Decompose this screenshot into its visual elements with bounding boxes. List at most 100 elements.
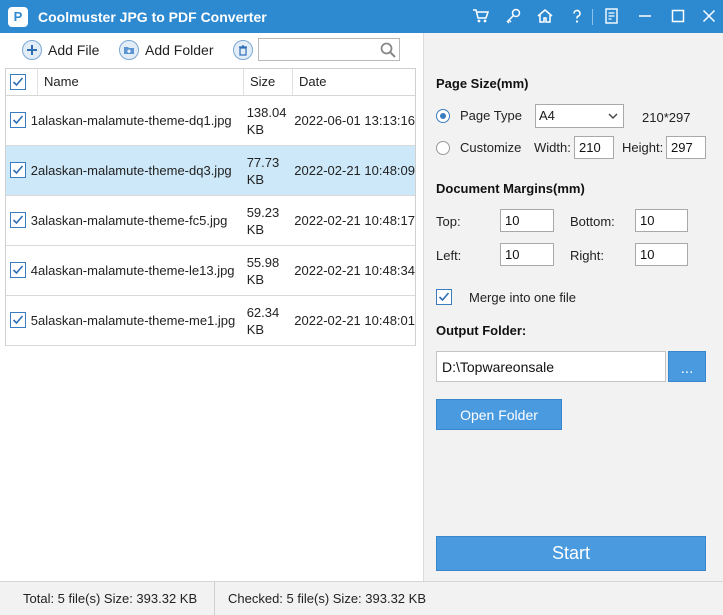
app-logo-icon: P bbox=[8, 7, 28, 27]
table-row[interactable]: 1alaskan-malamute-theme-dq1.jpg 138.04 KB… bbox=[6, 96, 415, 146]
file-toolbar: Add File Add Folder bbox=[0, 33, 422, 67]
file-size: 77.73 KB bbox=[242, 146, 291, 195]
table-header: Name Size Date bbox=[6, 69, 415, 96]
file-name: 3alaskan-malamute-theme-fc5.jpg bbox=[30, 213, 228, 228]
file-size-unit: KB bbox=[246, 121, 265, 137]
file-date: 2022-02-21 10:48:17 bbox=[294, 213, 415, 228]
page-type-radio[interactable] bbox=[436, 109, 450, 123]
height-field[interactable] bbox=[666, 136, 706, 159]
minimize-icon[interactable] bbox=[633, 4, 657, 28]
bottom-margin-field[interactable] bbox=[635, 209, 688, 232]
maximize-icon[interactable] bbox=[666, 4, 690, 28]
width-label: Width: bbox=[534, 140, 571, 155]
page-type-value: A4 bbox=[539, 108, 555, 123]
file-name: 2alaskan-malamute-theme-dq3.jpg bbox=[30, 163, 232, 178]
row-checkbox[interactable] bbox=[10, 212, 26, 228]
help-icon[interactable] bbox=[565, 4, 589, 28]
left-margin-label: Left: bbox=[436, 248, 462, 263]
top-margin-label: Top: bbox=[436, 214, 461, 229]
trash-icon bbox=[233, 40, 253, 60]
right-margin-field[interactable] bbox=[635, 243, 688, 266]
file-list-pane: Add File Add Folder Name Size Date 1alas… bbox=[0, 33, 422, 581]
add-folder-icon bbox=[119, 40, 139, 60]
customize-label: Customize bbox=[460, 140, 522, 155]
file-size: 138.04 KB bbox=[242, 96, 291, 145]
file-size-value: 62.34 bbox=[246, 304, 280, 320]
search-icon[interactable] bbox=[379, 41, 397, 59]
file-size-unit: KB bbox=[246, 321, 265, 337]
merge-label: Merge into one file bbox=[469, 290, 576, 305]
file-date: 2022-06-01 13:13:16 bbox=[294, 113, 415, 128]
merge-checkbox[interactable] bbox=[436, 289, 452, 305]
add-folder-label: Add Folder bbox=[145, 42, 214, 58]
file-size-unit: KB bbox=[246, 171, 265, 187]
table-row[interactable]: 3alaskan-malamute-theme-fc5.jpg 59.23 KB … bbox=[6, 196, 415, 246]
file-size-value: 59.23 bbox=[246, 204, 280, 220]
add-file-label: Add File bbox=[48, 42, 100, 58]
file-date: 2022-02-21 10:48:09 bbox=[294, 163, 415, 178]
browse-button[interactable]: ... bbox=[668, 351, 706, 382]
status-bar: Total: 5 file(s) Size: 393.32 KB Checked… bbox=[0, 581, 723, 615]
file-date: 2022-02-21 10:48:34 bbox=[294, 263, 415, 278]
top-margin-field[interactable] bbox=[500, 209, 554, 232]
customize-radio[interactable] bbox=[436, 141, 450, 155]
height-label: Height: bbox=[622, 140, 664, 155]
add-folder-button[interactable]: Add Folder bbox=[119, 39, 213, 61]
feedback-icon[interactable] bbox=[600, 4, 624, 28]
header-check-cell bbox=[6, 69, 38, 95]
file-name: 4alaskan-malamute-theme-le13.jpg bbox=[30, 263, 235, 278]
header-size[interactable]: Size bbox=[244, 69, 293, 95]
left-margin-field[interactable] bbox=[500, 243, 554, 266]
status-checked: Checked: 5 file(s) Size: 393.32 KB bbox=[228, 591, 426, 606]
file-size: 59.23 KB bbox=[242, 196, 291, 245]
output-path-field[interactable] bbox=[436, 351, 666, 382]
search-box[interactable] bbox=[258, 38, 400, 61]
file-table: Name Size Date 1alaskan-malamute-theme-d… bbox=[5, 68, 416, 346]
right-margin-label: Right: bbox=[570, 248, 604, 263]
page-type-label: Page Type bbox=[460, 108, 522, 123]
chevron-down-icon bbox=[608, 113, 618, 119]
row-checkbox[interactable] bbox=[10, 312, 26, 328]
status-divider bbox=[214, 582, 215, 615]
add-file-button[interactable]: Add File bbox=[22, 39, 99, 61]
file-size: 55.98 KB bbox=[242, 246, 291, 295]
page-size-title: Page Size(mm) bbox=[436, 76, 529, 91]
file-size-value: 138.04 bbox=[246, 104, 287, 120]
file-date: 2022-02-21 10:48:01 bbox=[294, 313, 415, 328]
output-folder-title: Output Folder: bbox=[436, 323, 527, 338]
delete-button[interactable] bbox=[233, 39, 259, 61]
file-size: 62.34 KB bbox=[242, 296, 291, 345]
width-field[interactable] bbox=[574, 136, 614, 159]
header-date[interactable]: Date bbox=[293, 69, 415, 95]
settings-pane: Page Size(mm) Page Type A4 210*297 Custo… bbox=[423, 33, 723, 581]
file-size-value: 55.98 bbox=[246, 254, 280, 270]
status-total: Total: 5 file(s) Size: 393.32 KB bbox=[23, 591, 198, 606]
file-name: 5alaskan-malamute-theme-me1.jpg bbox=[30, 313, 236, 328]
file-size-value: 77.73 bbox=[246, 154, 280, 170]
page-dimensions: 210*297 bbox=[642, 110, 691, 125]
home-icon[interactable] bbox=[533, 4, 557, 28]
row-checkbox[interactable] bbox=[10, 112, 26, 128]
table-row[interactable]: 5alaskan-malamute-theme-me1.jpg 62.34 KB … bbox=[6, 296, 415, 346]
margins-title: Document Margins(mm) bbox=[436, 181, 585, 196]
title-bar: P Coolmuster JPG to PDF Converter bbox=[0, 0, 723, 33]
row-checkbox[interactable] bbox=[10, 262, 26, 278]
add-file-icon bbox=[22, 40, 42, 60]
row-checkbox[interactable] bbox=[10, 162, 26, 178]
file-name: 1alaskan-malamute-theme-dq1.jpg bbox=[30, 113, 232, 128]
table-row[interactable]: 2alaskan-malamute-theme-dq3.jpg 77.73 KB … bbox=[6, 146, 415, 196]
search-input[interactable] bbox=[259, 39, 377, 60]
key-icon[interactable] bbox=[501, 4, 525, 28]
start-button[interactable]: Start bbox=[436, 536, 706, 571]
close-icon[interactable] bbox=[697, 4, 721, 28]
file-size-unit: KB bbox=[246, 271, 265, 287]
header-name[interactable]: Name bbox=[38, 69, 244, 95]
open-folder-button[interactable]: Open Folder bbox=[436, 399, 562, 430]
titlebar-divider bbox=[592, 9, 593, 25]
select-all-checkbox[interactable] bbox=[10, 74, 26, 90]
window-title: Coolmuster JPG to PDF Converter bbox=[38, 9, 267, 25]
cart-icon[interactable] bbox=[469, 4, 493, 28]
page-type-select[interactable]: A4 bbox=[535, 104, 624, 128]
table-row[interactable]: 4alaskan-malamute-theme-le13.jpg 55.98 KB… bbox=[6, 246, 415, 296]
file-size-unit: KB bbox=[246, 221, 265, 237]
